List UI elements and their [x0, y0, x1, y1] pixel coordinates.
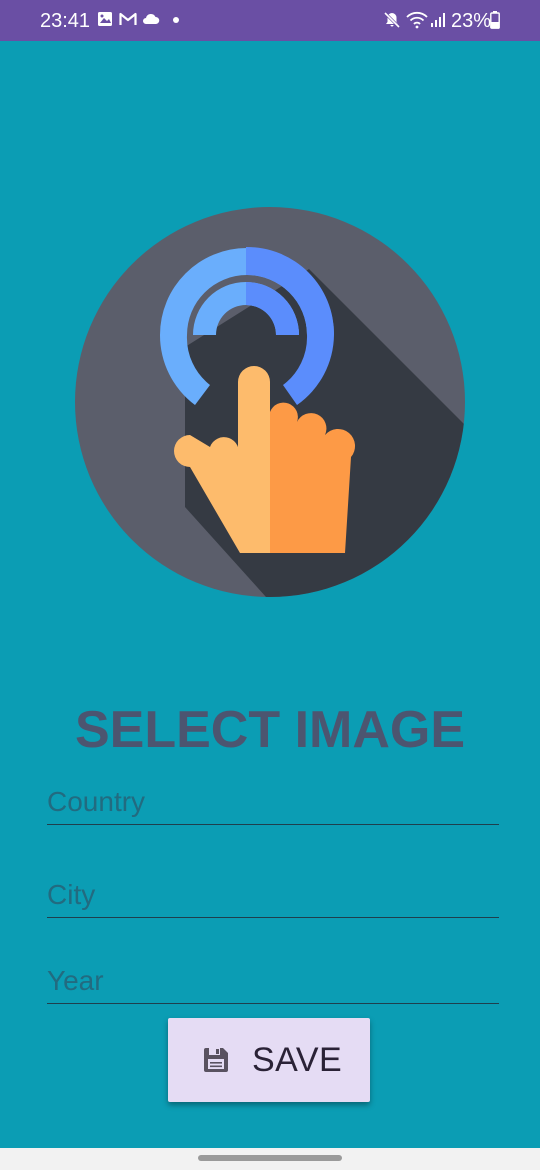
gmail-icon: [119, 12, 137, 25]
status-bar: 23:41 23%: [0, 0, 540, 41]
dot-icon: [173, 17, 179, 23]
save-button[interactable]: SAVE: [168, 1018, 370, 1102]
tap-touch-icon[interactable]: [75, 207, 465, 597]
navigation-bar: [0, 1148, 540, 1170]
wifi-icon: [406, 11, 428, 29]
save-button-label: SAVE: [252, 1040, 343, 1079]
mute-icon: [383, 11, 401, 29]
signal-icon: [431, 13, 445, 27]
year-input[interactable]: [47, 965, 499, 997]
select-image-title[interactable]: SELECT IMAGE: [0, 700, 540, 760]
country-input[interactable]: [47, 786, 499, 818]
city-field[interactable]: [47, 871, 499, 918]
cloud-icon: [143, 13, 160, 24]
home-gesture-handle[interactable]: [198, 1155, 342, 1161]
save-icon: [204, 1048, 228, 1072]
year-field[interactable]: [47, 957, 499, 1004]
country-field[interactable]: [47, 778, 499, 825]
battery-percent: 23%: [451, 10, 492, 32]
city-input[interactable]: [47, 879, 499, 911]
battery-icon: [490, 11, 500, 29]
status-time: 23:41: [40, 10, 91, 32]
gallery-icon: [98, 12, 112, 26]
